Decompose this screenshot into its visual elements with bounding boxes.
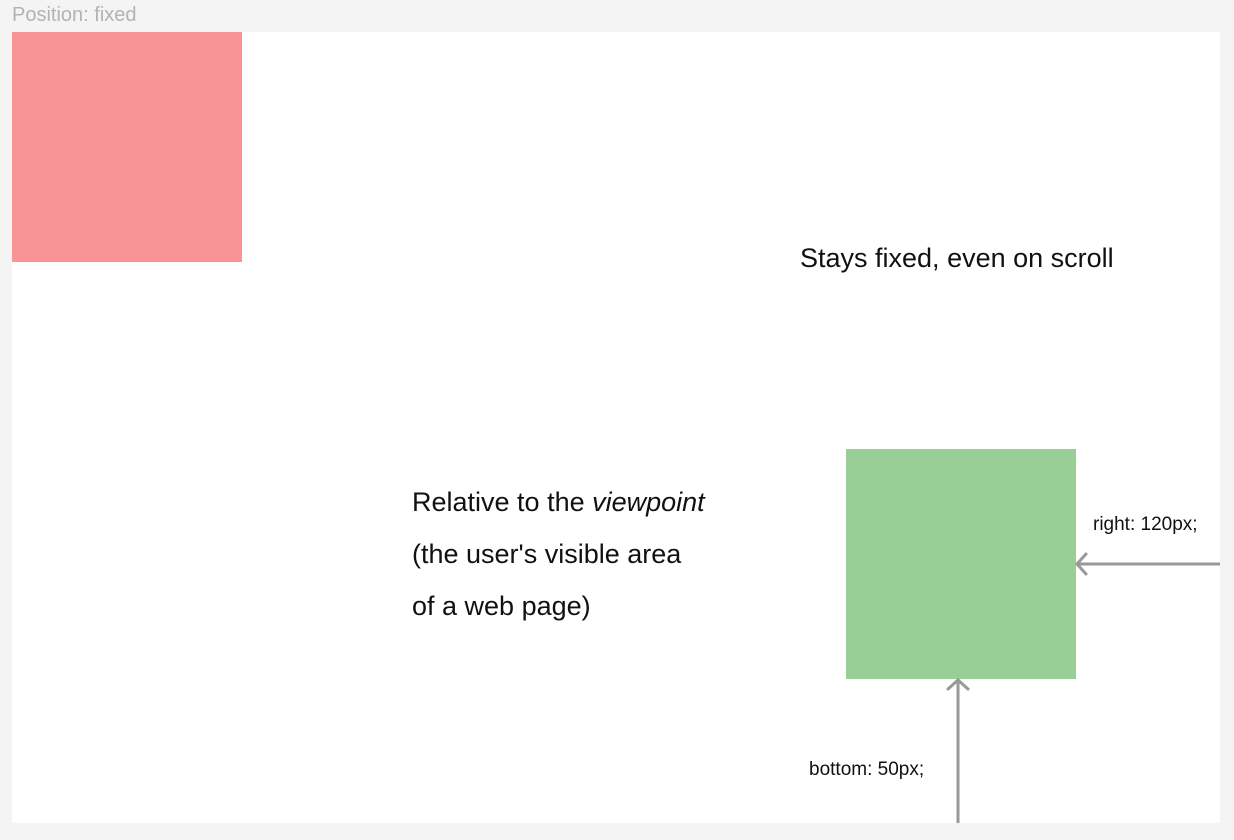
right-offset-arrow bbox=[1075, 552, 1220, 576]
viewport-canvas: Stays fixed, even on scroll Relative to … bbox=[12, 32, 1220, 823]
measurement-arrows bbox=[946, 552, 1220, 823]
right-offset-label: right: 120px; bbox=[1093, 514, 1198, 535]
bottom-offset-arrow bbox=[946, 678, 970, 823]
bottom-offset-label: bottom: 50px; bbox=[809, 759, 925, 780]
frame-title: Position: fixed bbox=[12, 4, 137, 26]
